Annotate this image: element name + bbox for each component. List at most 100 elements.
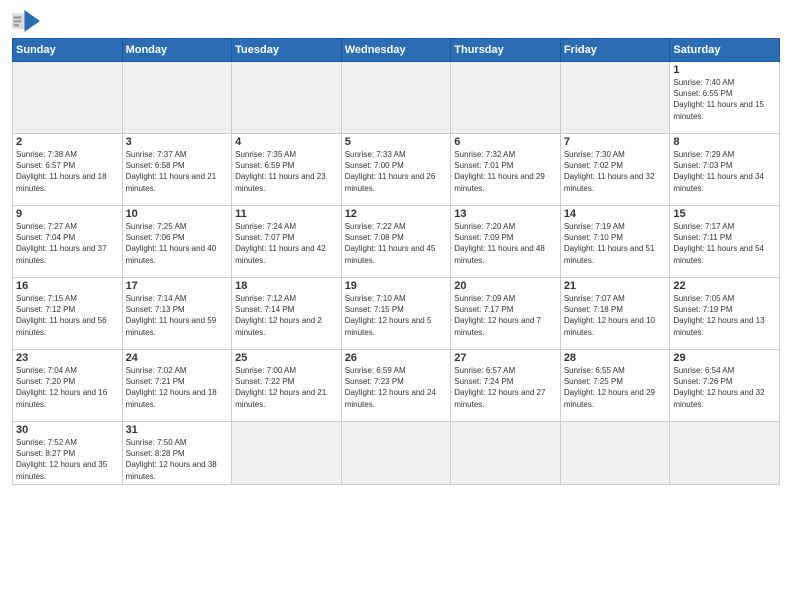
calendar-cell: [341, 422, 451, 485]
day-number: 25: [235, 352, 338, 364]
day-info: Sunrise: 7:07 AM Sunset: 7:18 PM Dayligh…: [564, 293, 667, 338]
day-info: Sunrise: 7:05 AM Sunset: 7:19 PM Dayligh…: [673, 293, 776, 338]
calendar-cell: [232, 422, 342, 485]
calendar-cell: 2Sunrise: 7:38 AM Sunset: 6:57 PM Daylig…: [13, 134, 123, 206]
day-number: 31: [126, 424, 229, 436]
week-row-3: 16Sunrise: 7:15 AM Sunset: 7:12 PM Dayli…: [13, 278, 780, 350]
day-number: 5: [345, 136, 448, 148]
day-number: 9: [16, 208, 119, 220]
calendar-cell: 22Sunrise: 7:05 AM Sunset: 7:19 PM Dayli…: [670, 278, 780, 350]
day-number: 16: [16, 280, 119, 292]
day-number: 29: [673, 352, 776, 364]
day-info: Sunrise: 7:20 AM Sunset: 7:09 PM Dayligh…: [454, 221, 557, 266]
weekday-header-thursday: Thursday: [451, 39, 561, 62]
weekday-header-saturday: Saturday: [670, 39, 780, 62]
day-number: 21: [564, 280, 667, 292]
day-info: Sunrise: 7:04 AM Sunset: 7:20 PM Dayligh…: [16, 365, 119, 410]
day-info: Sunrise: 7:10 AM Sunset: 7:15 PM Dayligh…: [345, 293, 448, 338]
logo-area: [12, 10, 43, 32]
calendar-cell: 5Sunrise: 7:33 AM Sunset: 7:00 PM Daylig…: [341, 134, 451, 206]
day-number: 20: [454, 280, 557, 292]
day-info: Sunrise: 7:15 AM Sunset: 7:12 PM Dayligh…: [16, 293, 119, 338]
day-info: Sunrise: 7:40 AM Sunset: 6:55 PM Dayligh…: [673, 77, 776, 122]
day-number: 4: [235, 136, 338, 148]
calendar-cell: 8Sunrise: 7:29 AM Sunset: 7:03 PM Daylig…: [670, 134, 780, 206]
calendar-cell: [560, 62, 670, 134]
day-number: 14: [564, 208, 667, 220]
week-row-2: 9Sunrise: 7:27 AM Sunset: 7:04 PM Daylig…: [13, 206, 780, 278]
week-row-5: 30Sunrise: 7:52 AM Sunset: 8:27 PM Dayli…: [13, 422, 780, 485]
calendar-cell: 19Sunrise: 7:10 AM Sunset: 7:15 PM Dayli…: [341, 278, 451, 350]
day-info: Sunrise: 7:29 AM Sunset: 7:03 PM Dayligh…: [673, 149, 776, 194]
calendar-table: SundayMondayTuesdayWednesdayThursdayFrid…: [12, 38, 780, 485]
day-number: 18: [235, 280, 338, 292]
day-number: 27: [454, 352, 557, 364]
day-info: Sunrise: 6:55 AM Sunset: 7:25 PM Dayligh…: [564, 365, 667, 410]
day-number: 26: [345, 352, 448, 364]
calendar-cell: 23Sunrise: 7:04 AM Sunset: 7:20 PM Dayli…: [13, 350, 123, 422]
day-info: Sunrise: 7:24 AM Sunset: 7:07 PM Dayligh…: [235, 221, 338, 266]
calendar-cell: [122, 62, 232, 134]
calendar-cell: [670, 422, 780, 485]
calendar-cell: [232, 62, 342, 134]
day-info: Sunrise: 7:00 AM Sunset: 7:22 PM Dayligh…: [235, 365, 338, 410]
day-number: 24: [126, 352, 229, 364]
day-info: Sunrise: 7:25 AM Sunset: 7:06 PM Dayligh…: [126, 221, 229, 266]
calendar-cell: 29Sunrise: 6:54 AM Sunset: 7:26 PM Dayli…: [670, 350, 780, 422]
calendar-cell: 17Sunrise: 7:14 AM Sunset: 7:13 PM Dayli…: [122, 278, 232, 350]
day-number: 2: [16, 136, 119, 148]
calendar-cell: 14Sunrise: 7:19 AM Sunset: 7:10 PM Dayli…: [560, 206, 670, 278]
day-info: Sunrise: 7:12 AM Sunset: 7:14 PM Dayligh…: [235, 293, 338, 338]
day-number: 28: [564, 352, 667, 364]
calendar-cell: 6Sunrise: 7:32 AM Sunset: 7:01 PM Daylig…: [451, 134, 561, 206]
calendar-cell: 27Sunrise: 6:57 AM Sunset: 7:24 PM Dayli…: [451, 350, 561, 422]
weekday-header-sunday: Sunday: [13, 39, 123, 62]
calendar-cell: 30Sunrise: 7:52 AM Sunset: 8:27 PM Dayli…: [13, 422, 123, 485]
day-info: Sunrise: 6:57 AM Sunset: 7:24 PM Dayligh…: [454, 365, 557, 410]
day-info: Sunrise: 6:59 AM Sunset: 7:23 PM Dayligh…: [345, 365, 448, 410]
day-number: 15: [673, 208, 776, 220]
calendar-cell: 1Sunrise: 7:40 AM Sunset: 6:55 PM Daylig…: [670, 62, 780, 134]
weekday-header-row: SundayMondayTuesdayWednesdayThursdayFrid…: [13, 39, 780, 62]
calendar-cell: 21Sunrise: 7:07 AM Sunset: 7:18 PM Dayli…: [560, 278, 670, 350]
day-number: 30: [16, 424, 119, 436]
calendar-cell: 10Sunrise: 7:25 AM Sunset: 7:06 PM Dayli…: [122, 206, 232, 278]
day-info: Sunrise: 7:37 AM Sunset: 6:58 PM Dayligh…: [126, 149, 229, 194]
day-info: Sunrise: 7:30 AM Sunset: 7:02 PM Dayligh…: [564, 149, 667, 194]
day-info: Sunrise: 7:19 AM Sunset: 7:10 PM Dayligh…: [564, 221, 667, 266]
calendar-cell: [13, 62, 123, 134]
page: SundayMondayTuesdayWednesdayThursdayFrid…: [0, 0, 792, 612]
weekday-header-monday: Monday: [122, 39, 232, 62]
day-number: 19: [345, 280, 448, 292]
day-info: Sunrise: 7:22 AM Sunset: 7:08 PM Dayligh…: [345, 221, 448, 266]
calendar-cell: 3Sunrise: 7:37 AM Sunset: 6:58 PM Daylig…: [122, 134, 232, 206]
weekday-header-wednesday: Wednesday: [341, 39, 451, 62]
calendar-cell: 24Sunrise: 7:02 AM Sunset: 7:21 PM Dayli…: [122, 350, 232, 422]
calendar-cell: 18Sunrise: 7:12 AM Sunset: 7:14 PM Dayli…: [232, 278, 342, 350]
calendar-cell: 9Sunrise: 7:27 AM Sunset: 7:04 PM Daylig…: [13, 206, 123, 278]
day-info: Sunrise: 7:27 AM Sunset: 7:04 PM Dayligh…: [16, 221, 119, 266]
week-row-0: 1Sunrise: 7:40 AM Sunset: 6:55 PM Daylig…: [13, 62, 780, 134]
day-info: Sunrise: 7:17 AM Sunset: 7:11 PM Dayligh…: [673, 221, 776, 266]
day-number: 1: [673, 64, 776, 76]
day-number: 3: [126, 136, 229, 148]
calendar-cell: 11Sunrise: 7:24 AM Sunset: 7:07 PM Dayli…: [232, 206, 342, 278]
calendar-cell: 16Sunrise: 7:15 AM Sunset: 7:12 PM Dayli…: [13, 278, 123, 350]
calendar-cell: 4Sunrise: 7:35 AM Sunset: 6:59 PM Daylig…: [232, 134, 342, 206]
day-number: 8: [673, 136, 776, 148]
calendar-cell: 12Sunrise: 7:22 AM Sunset: 7:08 PM Dayli…: [341, 206, 451, 278]
calendar-cell: 7Sunrise: 7:30 AM Sunset: 7:02 PM Daylig…: [560, 134, 670, 206]
calendar-cell: [560, 422, 670, 485]
day-number: 17: [126, 280, 229, 292]
day-info: Sunrise: 7:35 AM Sunset: 6:59 PM Dayligh…: [235, 149, 338, 194]
day-number: 6: [454, 136, 557, 148]
weekday-header-tuesday: Tuesday: [232, 39, 342, 62]
week-row-1: 2Sunrise: 7:38 AM Sunset: 6:57 PM Daylig…: [13, 134, 780, 206]
header: [12, 10, 780, 32]
day-info: Sunrise: 7:33 AM Sunset: 7:00 PM Dayligh…: [345, 149, 448, 194]
day-info: Sunrise: 7:14 AM Sunset: 7:13 PM Dayligh…: [126, 293, 229, 338]
calendar-cell: [451, 62, 561, 134]
calendar-cell: 13Sunrise: 7:20 AM Sunset: 7:09 PM Dayli…: [451, 206, 561, 278]
day-info: Sunrise: 7:32 AM Sunset: 7:01 PM Dayligh…: [454, 149, 557, 194]
day-number: 11: [235, 208, 338, 220]
